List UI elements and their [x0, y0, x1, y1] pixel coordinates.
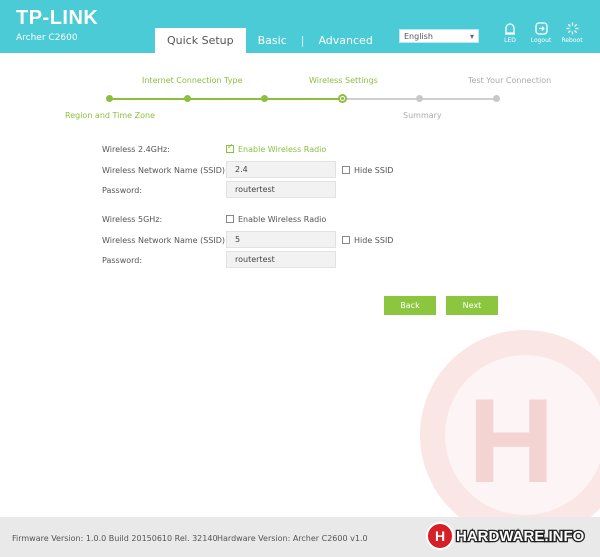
hide-ssid-24-checkbox[interactable] — [342, 166, 350, 174]
next-button[interactable]: Next — [446, 296, 498, 315]
progress-dot-current — [338, 94, 347, 103]
wireless-24-label: Wireless 2.4GHz: — [102, 145, 170, 154]
main-tabs: Quick Setup Basic | Advanced — [155, 28, 385, 53]
hardware-info-logo: H HARDWARE.INFO — [426, 522, 586, 550]
language-select[interactable]: English ▾ — [399, 29, 479, 43]
enable-radio-5-checkbox[interactable] — [226, 215, 234, 223]
svg-text:H: H — [435, 528, 445, 544]
reboot-label: Reboot — [561, 37, 583, 44]
enable-radio-24-label: Enable Wireless Radio — [238, 145, 327, 154]
logout-label: Logout — [530, 37, 552, 44]
led-button[interactable]: LED — [495, 22, 525, 44]
chevron-down-icon: ▾ — [469, 32, 474, 41]
model-name: Archer C2600 — [16, 33, 78, 43]
tab-quick-setup[interactable]: Quick Setup — [155, 28, 246, 53]
progress-dot — [416, 95, 423, 102]
progress-dot — [261, 95, 268, 102]
tab-separator: | — [300, 34, 305, 47]
wireless-5-label: Wireless 5GHz: — [102, 215, 163, 224]
watermark-text: HARDWARE.INFO — [456, 528, 585, 545]
step-internet-connection-type: Internet Connection Type — [142, 76, 243, 85]
hide-ssid-5-checkbox[interactable] — [342, 236, 350, 244]
watermark-h-icon: H — [468, 374, 555, 508]
hide-ssid-5-label: Hide SSID — [354, 236, 394, 245]
progress-dot — [106, 95, 113, 102]
tab-basic[interactable]: Basic — [246, 28, 299, 53]
tp-link-logo: TP-LINK — [16, 7, 99, 29]
tab-advanced[interactable]: Advanced — [306, 28, 384, 53]
step-test-connection: Test Your Connection — [468, 76, 552, 85]
top-header: TP-LINK Archer C2600 Quick Setup Basic |… — [0, 0, 600, 53]
password-5-input[interactable]: routertest — [226, 251, 336, 268]
ssid-5-label: Wireless Network Name (SSID): — [102, 236, 228, 245]
reboot-button[interactable]: Reboot — [557, 22, 587, 44]
firmware-version: Firmware Version: 1.0.0 Build 20150610 R… — [12, 534, 218, 543]
step-wireless-settings: Wireless Settings — [309, 76, 378, 85]
ssid-5-input[interactable]: 5 — [226, 231, 336, 248]
back-button[interactable]: Back — [384, 296, 436, 315]
logout-icon — [534, 22, 548, 35]
enable-radio-5-label: Enable Wireless Radio — [238, 215, 327, 224]
led-label: LED — [504, 37, 516, 44]
ssid-24-label: Wireless Network Name (SSID): — [102, 166, 228, 175]
hardware-version: Hardware Version: Archer C2600 v1.0 — [217, 534, 368, 543]
password-5-label: Password: — [102, 256, 143, 265]
brand: TP-LINK Archer C2600 — [16, 8, 98, 43]
led-icon — [505, 23, 515, 35]
step-summary: Summary — [403, 111, 442, 120]
logout-button[interactable]: Logout — [526, 22, 556, 44]
enable-radio-24-checkbox[interactable] — [226, 142, 234, 153]
progress-dot — [184, 95, 191, 102]
progress-dot — [493, 95, 500, 102]
password-24-input[interactable]: routertest — [226, 181, 336, 198]
password-24-label: Password: — [102, 186, 143, 195]
language-value: English — [404, 32, 433, 41]
ssid-24-input[interactable]: 2.4 — [226, 161, 336, 178]
progress-track-done — [110, 98, 342, 100]
reboot-icon — [566, 22, 578, 35]
hide-ssid-24-label: Hide SSID — [354, 166, 394, 175]
step-region-time-zone: Region and Time Zone — [65, 111, 156, 120]
